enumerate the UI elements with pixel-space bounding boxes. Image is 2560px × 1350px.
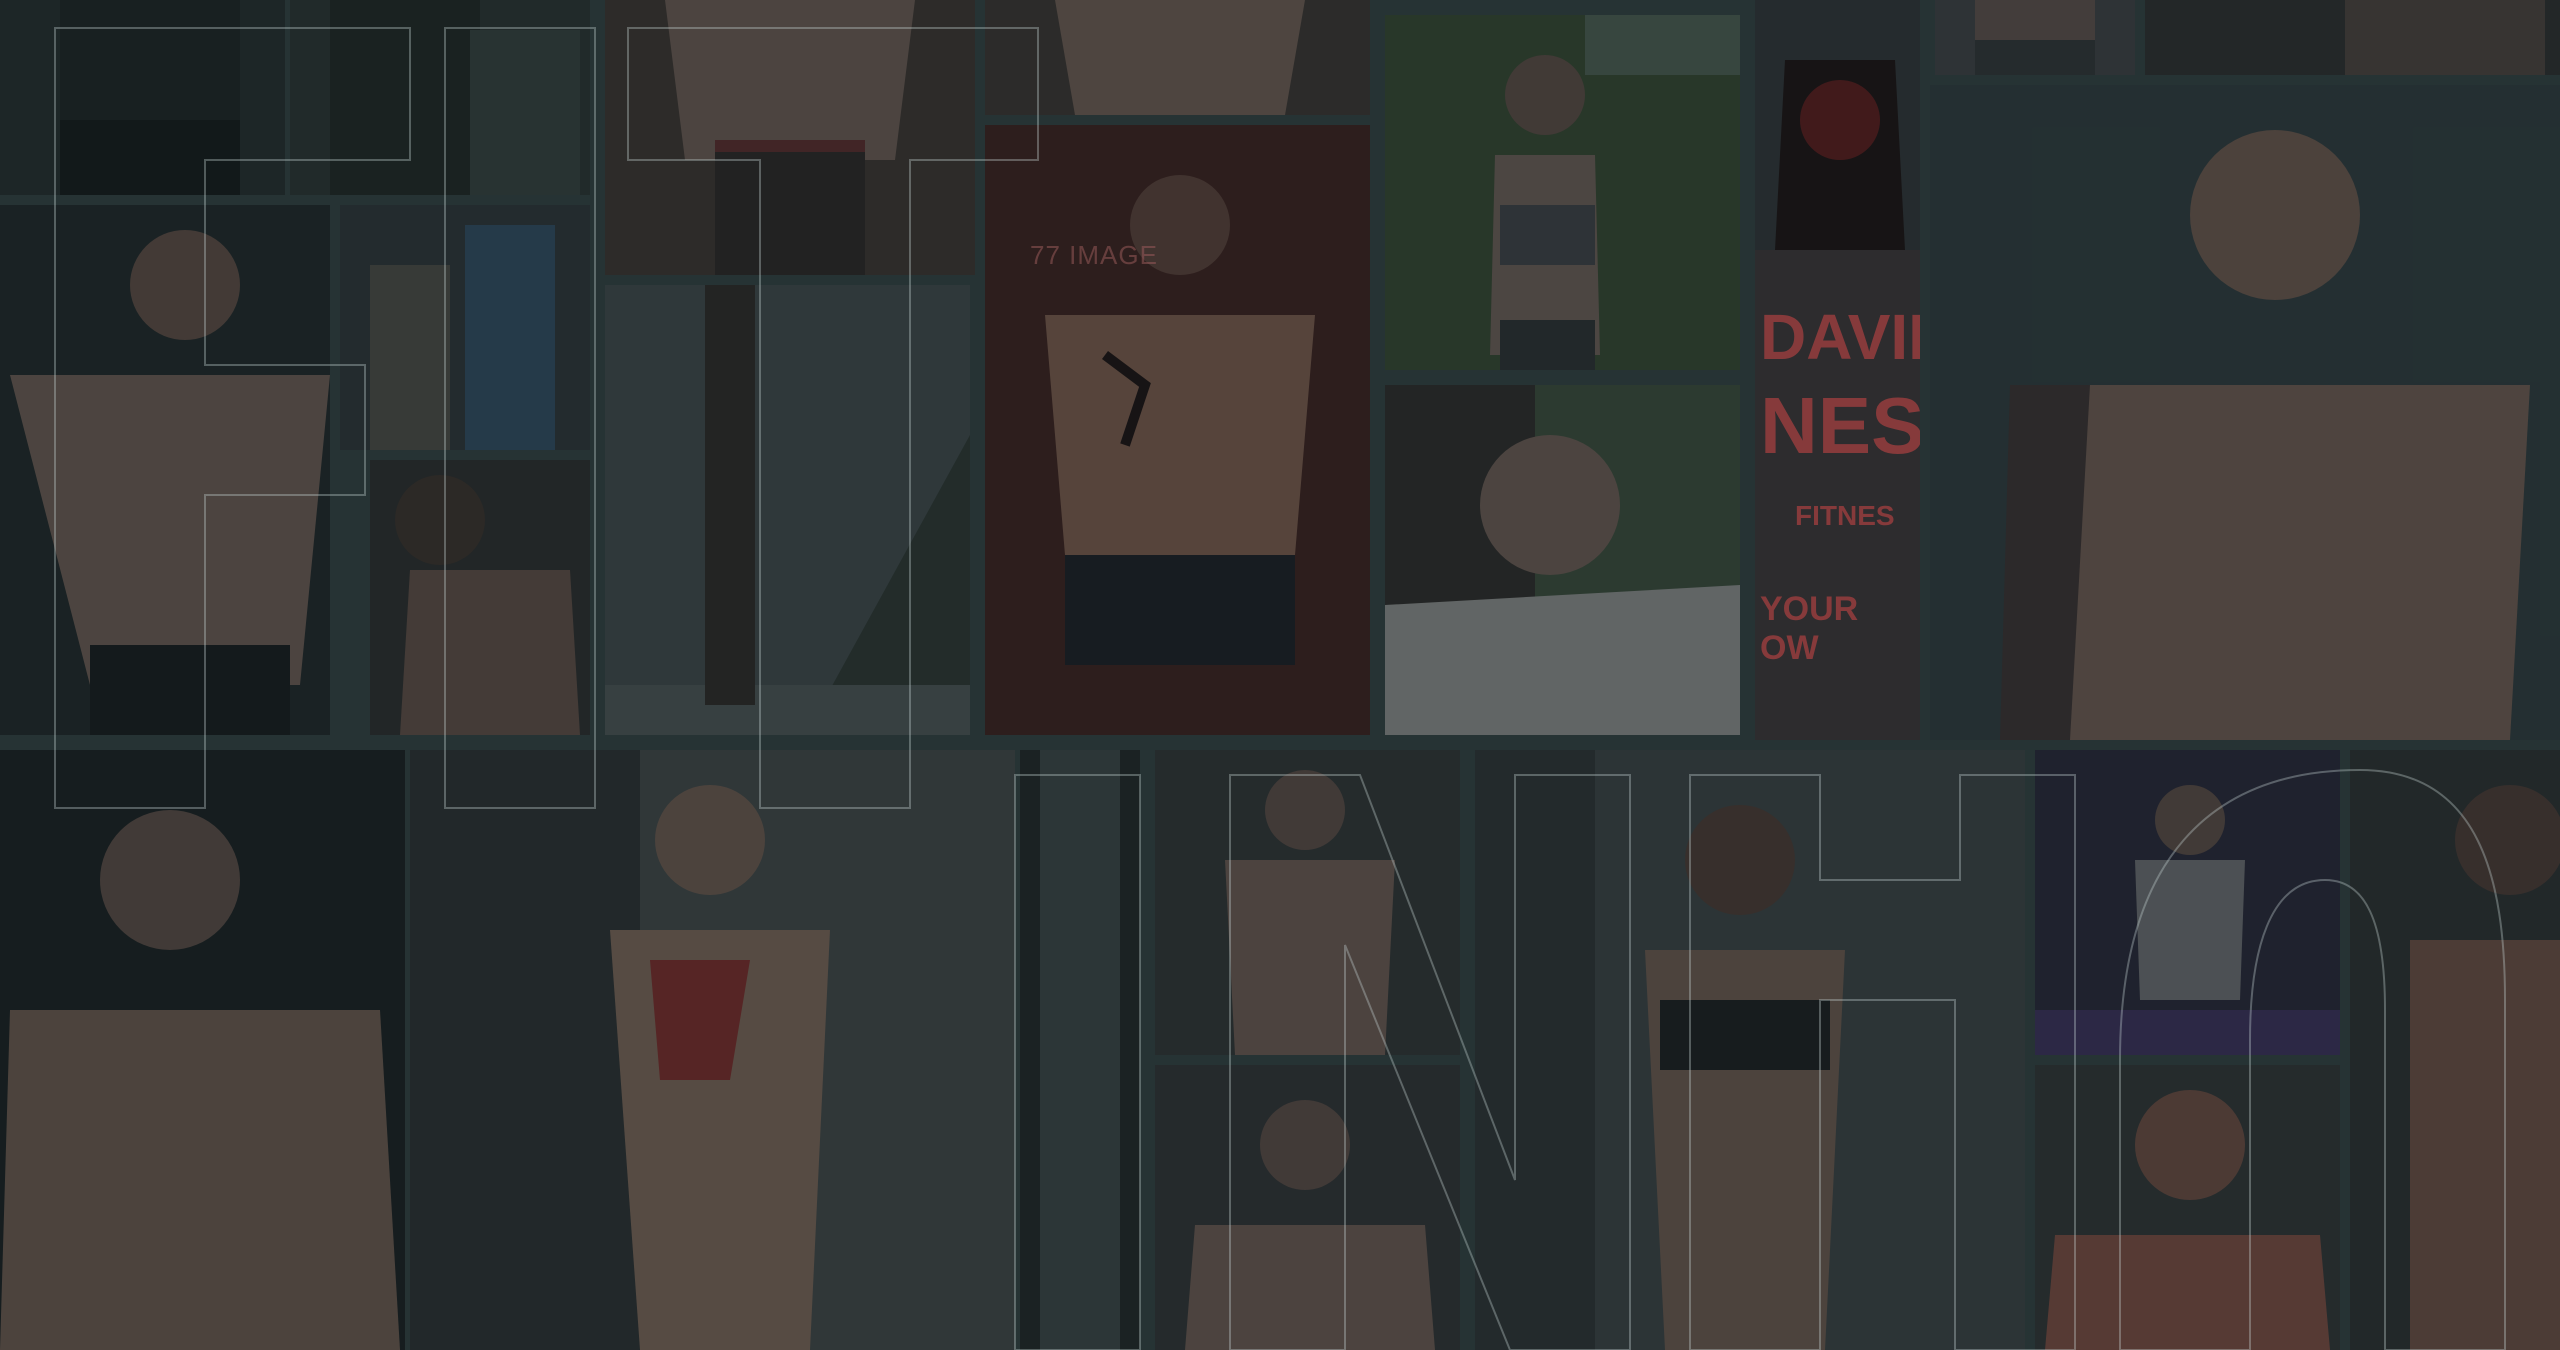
photo-woman-outdoors (1385, 15, 1740, 370)
photo-man-cap (2350, 750, 2560, 1350)
photo-woman-torso-top (1935, 0, 2135, 75)
photo-man-shirtless-shorts (0, 0, 285, 195)
photo-man-studio (0, 750, 405, 1350)
photo-collage-background: DAVID NESB FITNES YOUR OW 77 IMAGE (0, 0, 2560, 1350)
photo-woman-black-bra (1475, 750, 2025, 1350)
photo-handstand (605, 285, 970, 735)
photo-man-abs-top (985, 0, 1370, 115)
tattoo-text: 77 IMAGE (1030, 240, 1158, 270)
brand-line4: YOUR OW (1760, 590, 1859, 667)
brand-line3: FITNES (1795, 500, 1895, 531)
photo-brand-logo: DAVID NESB FITNES YOUR OW (1755, 0, 1920, 740)
photo-man-gym-lifting (2035, 750, 2340, 1055)
photo-two-men-gym (340, 205, 590, 450)
photo-man-mirror-selfie-2 (1155, 1065, 1460, 1350)
photo-man-profile (370, 460, 590, 735)
brand-line1: DAVID (1760, 301, 1920, 373)
photo-man-torso-top (2145, 0, 2560, 75)
photo-man-superman (0, 205, 330, 735)
photo-man-mirror-selfie (1155, 750, 1460, 1055)
photo-man-tribal-tattoo: 77 IMAGE (985, 125, 1370, 735)
photo-woman-red-bra (410, 750, 1015, 1350)
photo-man-abs-wood (605, 0, 975, 275)
photo-bald-man (2035, 1065, 2340, 1350)
photo-man-smiling (1930, 85, 2560, 740)
photo-window (1020, 750, 1140, 1350)
photo-woman-selfie (1385, 385, 1740, 735)
brand-line2: NESB (1760, 381, 1920, 470)
photo-man-dark-shirt (290, 0, 590, 195)
